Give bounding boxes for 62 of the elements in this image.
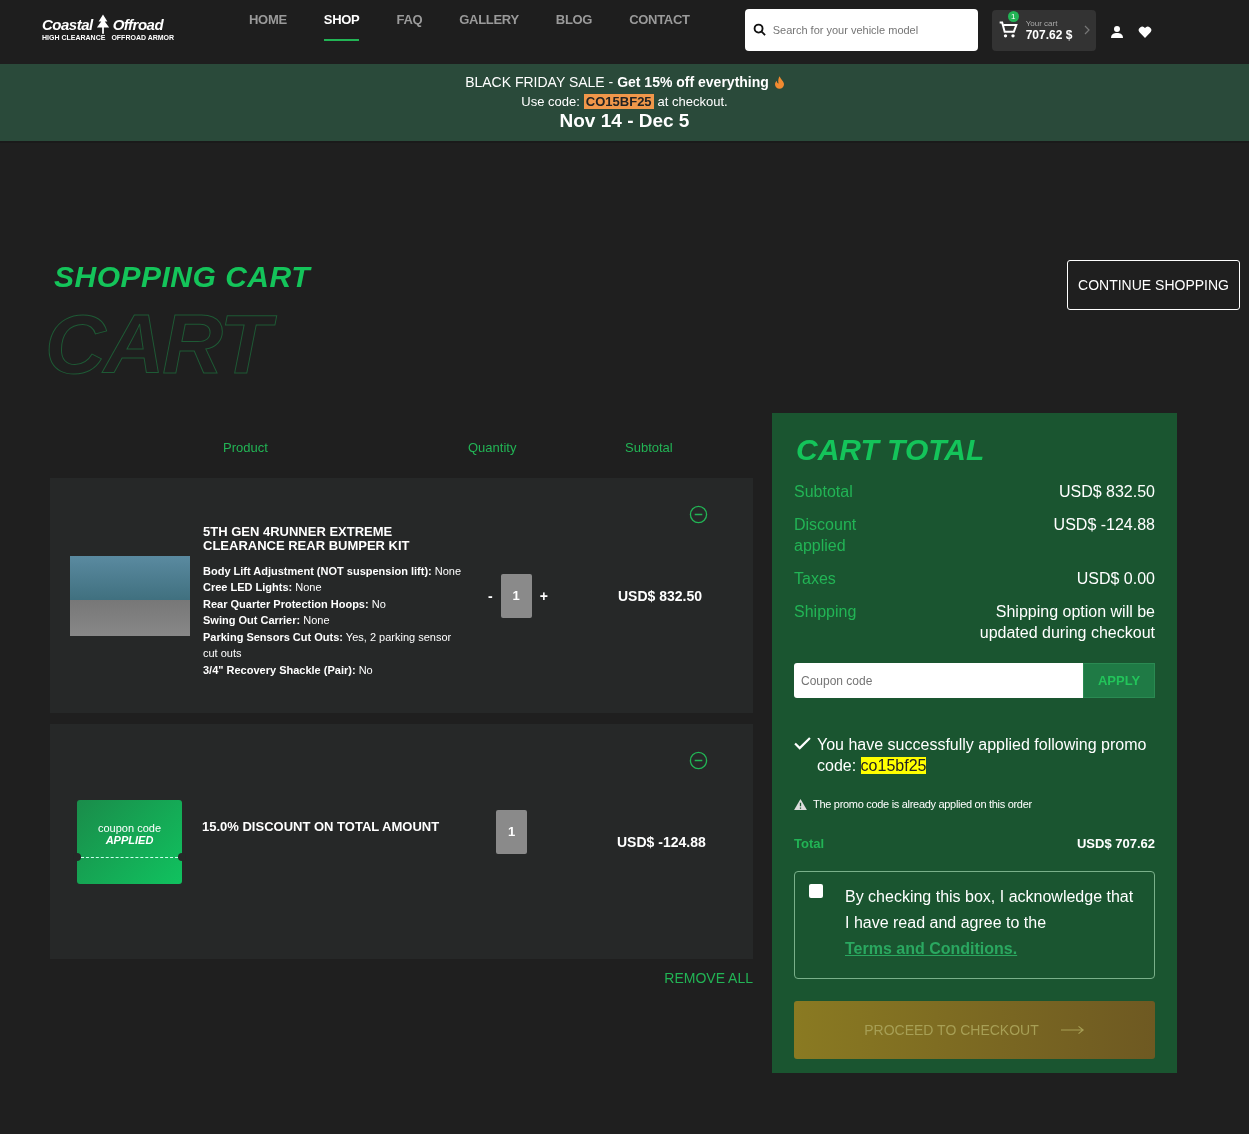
promo-code: CO15BF25 [583,94,654,109]
nav-link[interactable]: HOME [249,0,287,41]
column-header: Subtotal [625,439,673,455]
total-amount: USD$ 707.62 [1076,836,1155,851]
sale-headline: BLACK FRIDAY SALE - Get 15% off everything [465,74,769,90]
promo-note: at checkout. [657,94,728,109]
product-name: 5TH GEN 4RUNNER EXTREME CLEARANCE REAR BUMPER KIT [203,524,411,553]
remove-all-link[interactable]: REMOVE ALL [664,970,753,986]
chevron-icon [1083,25,1090,35]
total-label: Total [794,836,825,851]
quantity-field[interactable]: 1 [500,573,532,618]
continue-shopping-button[interactable]: CONTINUE SHOPPING [1067,260,1240,310]
backdrop-word: CART [45,302,283,390]
search-icon [752,23,766,36]
warning-message: The promo code is already applied on this order [813,798,1032,810]
arrow-icon [1060,1025,1085,1035]
terms-text: By checking this box, I acknowledge that I have read and agree to the Terms and Conditions. [845,887,1135,959]
coupon-field[interactable]: Coupon code [794,663,1083,698]
column-header: Quantity [468,439,517,455]
nav-link[interactable]: GALLERY [459,0,519,41]
page-title: SHOPPING CART [53,260,310,294]
product-option: Body Lift Adjustment (NOT suspension lift): None [203,562,465,580]
item-subtotal: USD$ -124.88 [617,833,707,850]
account-icon[interactable] [1109,24,1124,39]
total-label: Taxes [794,569,837,589]
total-value: USD$ 832.50 [1057,482,1155,502]
nav-link[interactable]: FAQ [396,0,423,41]
product-option: 3/4" Recovery Shackle (Pair): No [203,661,465,679]
nav-link[interactable]: BLOG [555,0,593,41]
remove-icon[interactable] [689,751,708,770]
product-option: Parking Sensors Cut Outs: Yes, 2 parking sensor cut outs [203,628,465,662]
total-value: Shipping option will be updated during checkout [978,602,1155,643]
cart-icon [997,20,1018,40]
promo-label: Use code: [521,94,580,109]
terms-checkbox[interactable] [809,884,823,898]
warning-icon [794,798,807,810]
product-name: 15.0% DISCOUNT ON TOTAL AMOUNT [202,819,441,834]
total-label: Discount applied [794,515,858,556]
flame-icon [774,75,784,89]
promo-success-message: You have successfully applied following promo code: co15bf25 [817,735,1148,776]
total-value: USD$ 0.00 [1075,569,1155,589]
remove-icon[interactable] [689,505,708,524]
checkmark-icon [794,737,811,750]
product-option: Rear Quarter Protection Hoops: No [203,595,465,613]
cart-button[interactable]: 1 Your cart 707.62 $ [991,9,1096,51]
increase-button[interactable]: + [537,587,550,604]
sale-dates: Nov 14 - Dec 5 [559,110,690,132]
nav-link[interactable]: CONTACT [629,0,690,41]
total-label: Subtotal [794,482,854,502]
product-option: Swing Out Carrier: None [203,612,465,629]
total-label: Shipping [794,602,858,622]
heart-icon[interactable] [1137,24,1152,39]
total-value: USD$ -124.88 [1052,515,1155,535]
coupon-ticket-drawing: coupon code APPLIED [77,799,182,884]
cart-total-title: CART TOTAL [796,433,986,467]
column-header: Product [223,439,268,455]
product-option: Cree LED Lights: None [203,579,465,596]
search-field[interactable]: Search for your vehicle model [744,9,978,51]
item-subtotal: USD$ 832.50 [618,587,704,604]
decrease-button[interactable]: - [486,587,495,604]
nav-link[interactable]: SHOP [323,0,360,41]
quantity-value: 1 [496,809,527,854]
